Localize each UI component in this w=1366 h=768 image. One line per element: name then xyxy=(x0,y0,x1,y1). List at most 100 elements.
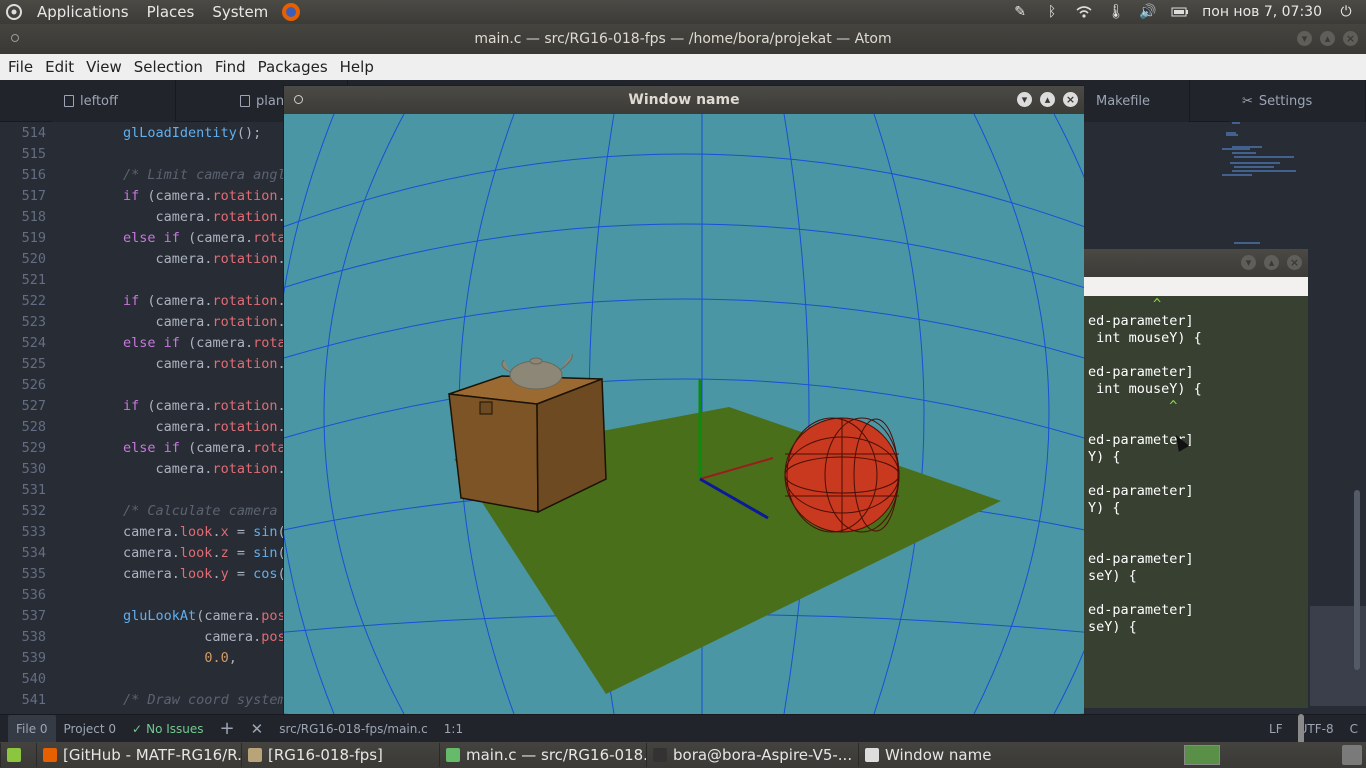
code-line[interactable]: 517 if (camera.rotation.x xyxy=(0,185,300,206)
grammar[interactable]: C xyxy=(1342,715,1366,743)
code-text: camera.posi xyxy=(58,628,294,645)
code-line[interactable]: 539 0.0, xyxy=(0,647,300,668)
thermometer-icon[interactable]: 🌡 xyxy=(1105,1,1127,23)
close-icon[interactable]: × xyxy=(1343,31,1358,46)
gl-render-canvas[interactable] xyxy=(284,114,1084,714)
code-line[interactable]: 536 xyxy=(0,584,300,605)
code-line[interactable]: 525 camera.rotation.z xyxy=(0,353,300,374)
line-ending[interactable]: LF xyxy=(1261,715,1291,743)
window-menu-icon[interactable] xyxy=(294,95,303,104)
code-line[interactable]: 521 xyxy=(0,269,300,290)
maximize-icon[interactable]: ▴ xyxy=(1040,92,1055,107)
code-line[interactable]: 516 /* Limit camera angle xyxy=(0,164,300,185)
code-line[interactable]: 540 xyxy=(0,668,300,689)
menu-view[interactable]: View xyxy=(80,58,128,76)
gl-titlebar[interactable]: Window name ▾ ▴ × xyxy=(284,86,1084,114)
minimize-icon[interactable]: ▾ xyxy=(1241,255,1256,270)
code-line[interactable]: 520 camera.rotation.x xyxy=(0,248,300,269)
status-bar: File 0 Project 0 ✓ No Issues + ✕ src/RG1… xyxy=(0,714,1366,743)
code-line[interactable]: 522 if (camera.rotation.z xyxy=(0,290,300,311)
line-number: 528 xyxy=(21,418,46,435)
taskbar-item-label: [RG16-018-fps] xyxy=(268,746,383,764)
taskbar-item[interactable]: Window name xyxy=(858,743,1058,767)
code-line[interactable]: 529 else if (camera.rotat xyxy=(0,437,300,458)
terminal-output[interactable]: ^ ed-parameter] int mouseY) {ed-parameter… xyxy=(1084,296,1308,750)
close-icon[interactable]: × xyxy=(1287,255,1302,270)
maximize-icon[interactable]: ▴ xyxy=(1264,255,1279,270)
taskbar-item[interactable]: [GitHub - MATF-RG16/R... xyxy=(36,743,241,767)
code-line[interactable]: 533 camera.look.x = sin(t xyxy=(0,521,300,542)
plug-icon[interactable]: ✎ xyxy=(1009,1,1031,23)
battery-icon[interactable] xyxy=(1169,1,1191,23)
line-number: 540 xyxy=(21,670,46,687)
project-count[interactable]: Project 0 xyxy=(56,715,125,743)
code-line[interactable]: 538 camera.posi xyxy=(0,626,300,647)
maximize-icon[interactable]: ▴ xyxy=(1320,31,1335,46)
system-tray: ✎ ᛒ 🌡 🔊 пон нов 7, 07:30 ⏻ xyxy=(1006,0,1366,24)
line-number: 531 xyxy=(21,481,46,498)
code-line[interactable]: 527 if (camera.rotation.y xyxy=(0,395,300,416)
applications-menu[interactable]: Applications xyxy=(28,3,138,21)
line-number: 538 xyxy=(21,628,46,645)
menu-file[interactable]: File xyxy=(2,58,39,76)
minimize-icon[interactable]: ▾ xyxy=(1017,92,1032,107)
power-icon[interactable]: ⏻ xyxy=(1335,1,1357,23)
cursor-position[interactable]: 1:1 xyxy=(436,715,471,743)
code-line[interactable]: 515 xyxy=(0,143,300,164)
taskbar-item[interactable]: [RG16-018-fps] xyxy=(241,743,439,767)
tab-settings[interactable]: ✂ Settings xyxy=(1230,80,1366,122)
firefox-launcher-icon[interactable] xyxy=(280,1,302,23)
linter-status[interactable]: ✓ No Issues xyxy=(124,715,211,743)
wifi-icon[interactable] xyxy=(1073,1,1095,23)
code-line[interactable]: 531 xyxy=(0,479,300,500)
terminal-line: ^ xyxy=(1088,398,1178,414)
system-menu[interactable]: System xyxy=(203,3,277,21)
ubuntu-logo-icon[interactable] xyxy=(3,1,25,23)
terminal-titlebar[interactable]: ▾ ▴ × xyxy=(1084,249,1308,277)
window-menu-icon[interactable] xyxy=(11,34,19,42)
code-line[interactable]: 518 camera.rotation.x xyxy=(0,206,300,227)
tab-leftoff[interactable]: leftoff xyxy=(52,80,176,122)
code-line[interactable]: 541 /* Draw coord system xyxy=(0,689,300,710)
volume-icon[interactable]: 🔊 xyxy=(1137,1,1159,23)
menu-edit[interactable]: Edit xyxy=(39,58,80,76)
code-line[interactable]: 526 xyxy=(0,374,300,395)
places-menu[interactable]: Places xyxy=(138,3,204,21)
code-line[interactable]: 524 else if (camera.rotat xyxy=(0,332,300,353)
code-line[interactable]: 530 camera.rotation.y xyxy=(0,458,300,479)
minimize-icon[interactable]: ▾ xyxy=(1297,31,1312,46)
show-desktop-button[interactable] xyxy=(0,743,36,767)
code-line[interactable]: 535 camera.look.y = cos(t xyxy=(0,563,300,584)
taskbar-item[interactable]: bora@bora-Aspire-V5-... xyxy=(646,743,858,767)
terminal-window[interactable]: ▾ ▴ × ^ ed-parameter] int mouseY) {ed-par… xyxy=(1084,249,1308,750)
tab-makefile[interactable]: Makefile xyxy=(1084,80,1190,122)
menu-packages[interactable]: Packages xyxy=(252,58,334,76)
taskbar-item[interactable]: main.c — src/RG16-018... xyxy=(439,743,646,767)
menu-selection[interactable]: Selection xyxy=(128,58,209,76)
code-line[interactable]: 534 camera.look.z = sin(t xyxy=(0,542,300,563)
code-line[interactable]: 532 /* Calculate camera r xyxy=(0,500,300,521)
code-line[interactable]: 528 camera.rotation.y xyxy=(0,416,300,437)
close-icon[interactable]: × xyxy=(1063,92,1078,107)
code-line[interactable]: 523 camera.rotation.z xyxy=(0,311,300,332)
file-count[interactable]: File 0 xyxy=(8,714,56,743)
menu-help[interactable]: Help xyxy=(334,58,380,76)
code-line[interactable]: 514 glLoadIdentity(); xyxy=(0,122,300,143)
trash-icon[interactable] xyxy=(1342,745,1362,765)
minimap-line xyxy=(1234,242,1260,244)
workspace-switcher[interactable] xyxy=(1184,745,1220,765)
clock[interactable]: пон нов 7, 07:30 xyxy=(1202,4,1322,20)
code-line[interactable]: 519 else if (camera.rotat xyxy=(0,227,300,248)
code-text: else if (camera.rotat xyxy=(123,334,294,351)
code-line[interactable]: 537 gluLookAt(camera.posi xyxy=(0,605,300,626)
close-panel-icon[interactable]: ✕ xyxy=(243,715,272,743)
menu-find[interactable]: Find xyxy=(209,58,252,76)
opengl-window[interactable]: Window name ▾ ▴ × xyxy=(283,85,1084,714)
bluetooth-icon[interactable]: ᛒ xyxy=(1041,1,1063,23)
file-icon xyxy=(240,95,250,107)
line-number: 515 xyxy=(21,145,46,162)
editor-scrollbar[interactable] xyxy=(1354,490,1360,670)
file-path[interactable]: src/RG16-018-fps/main.c xyxy=(271,715,436,743)
atom-titlebar[interactable]: main.c — src/RG16-018-fps — /home/bora/p… xyxy=(0,24,1366,54)
add-icon[interactable]: + xyxy=(212,715,243,743)
